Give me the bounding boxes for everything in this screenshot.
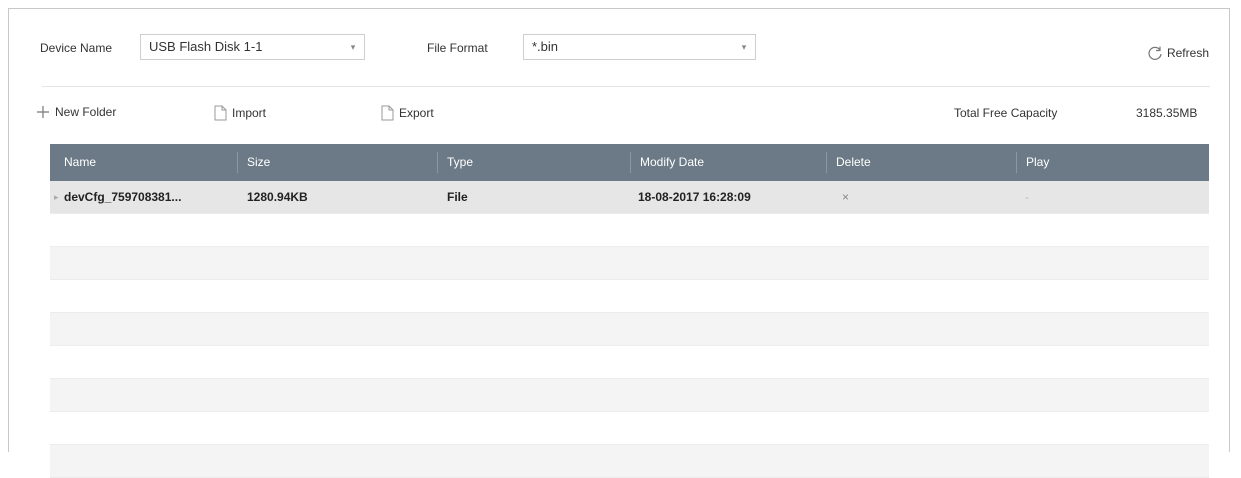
cell-type: File — [447, 190, 468, 204]
column-divider — [437, 152, 438, 173]
file-format-label: File Format — [427, 41, 488, 55]
table-header: Name Size Type Modify Date Delete Play — [50, 144, 1209, 181]
file-icon — [381, 105, 394, 121]
chevron-down-icon: ▾ — [350, 42, 356, 52]
cell-size: 1280.94KB — [247, 190, 308, 204]
table-row — [50, 445, 1209, 478]
new-folder-label: New Folder — [55, 105, 117, 119]
import-label: Import — [232, 106, 267, 120]
table-row — [50, 280, 1209, 313]
column-header-name[interactable]: Name — [64, 144, 96, 181]
refresh-button[interactable]: Refresh — [1147, 45, 1209, 61]
column-header-play[interactable]: Play — [1026, 144, 1049, 181]
device-name-select[interactable]: USB Flash Disk 1-1 ▾ — [140, 34, 365, 60]
column-header-size[interactable]: Size — [247, 144, 270, 181]
file-format-select[interactable]: *.bin ▾ — [523, 34, 756, 60]
refresh-label: Refresh — [1166, 46, 1209, 60]
cell-modify-date: 18-08-2017 16:28:09 — [638, 190, 751, 204]
column-header-delete[interactable]: Delete — [836, 144, 871, 181]
table-row — [50, 214, 1209, 247]
table-row — [50, 247, 1209, 280]
column-header-type[interactable]: Type — [447, 144, 473, 181]
total-free-capacity-value: 3185.35MB — [1136, 106, 1198, 120]
device-name-label: Device Name — [40, 41, 113, 55]
table-row — [50, 346, 1209, 379]
refresh-icon — [1148, 46, 1162, 60]
device-name-value: USB Flash Disk 1-1 — [149, 39, 263, 54]
plus-icon — [37, 106, 49, 118]
file-format-value: *.bin — [532, 39, 559, 54]
column-header-modify-date[interactable]: Modify Date — [640, 144, 704, 181]
file-manager-panel: Device Name USB Flash Disk 1-1 ▾ File Fo… — [8, 8, 1230, 478]
column-divider — [1016, 152, 1017, 173]
file-row-icon: ▸ — [54, 192, 59, 202]
column-divider — [826, 152, 827, 173]
export-button[interactable]: Export — [381, 105, 434, 121]
import-button[interactable]: Import — [214, 105, 266, 121]
delete-icon[interactable]: × — [842, 181, 849, 214]
divider — [42, 86, 1210, 87]
table-row — [50, 379, 1209, 412]
export-label: Export — [399, 106, 434, 120]
chevron-down-icon: ▾ — [741, 42, 747, 52]
file-table: Name Size Type Modify Date Delete Play ▸… — [50, 144, 1209, 478]
column-divider — [237, 152, 238, 173]
table-row[interactable]: ▸ devCfg_759708381... 1280.94KB File 18-… — [50, 181, 1209, 214]
new-folder-button[interactable]: New Folder — [36, 105, 116, 119]
table-row — [50, 313, 1209, 346]
file-icon — [214, 105, 227, 121]
table-row — [50, 412, 1209, 445]
total-free-capacity-label: Total Free Capacity — [954, 106, 1058, 120]
column-divider — [630, 152, 631, 173]
play-icon[interactable]: - — [1025, 181, 1029, 214]
cell-name: devCfg_759708381... — [64, 190, 182, 204]
